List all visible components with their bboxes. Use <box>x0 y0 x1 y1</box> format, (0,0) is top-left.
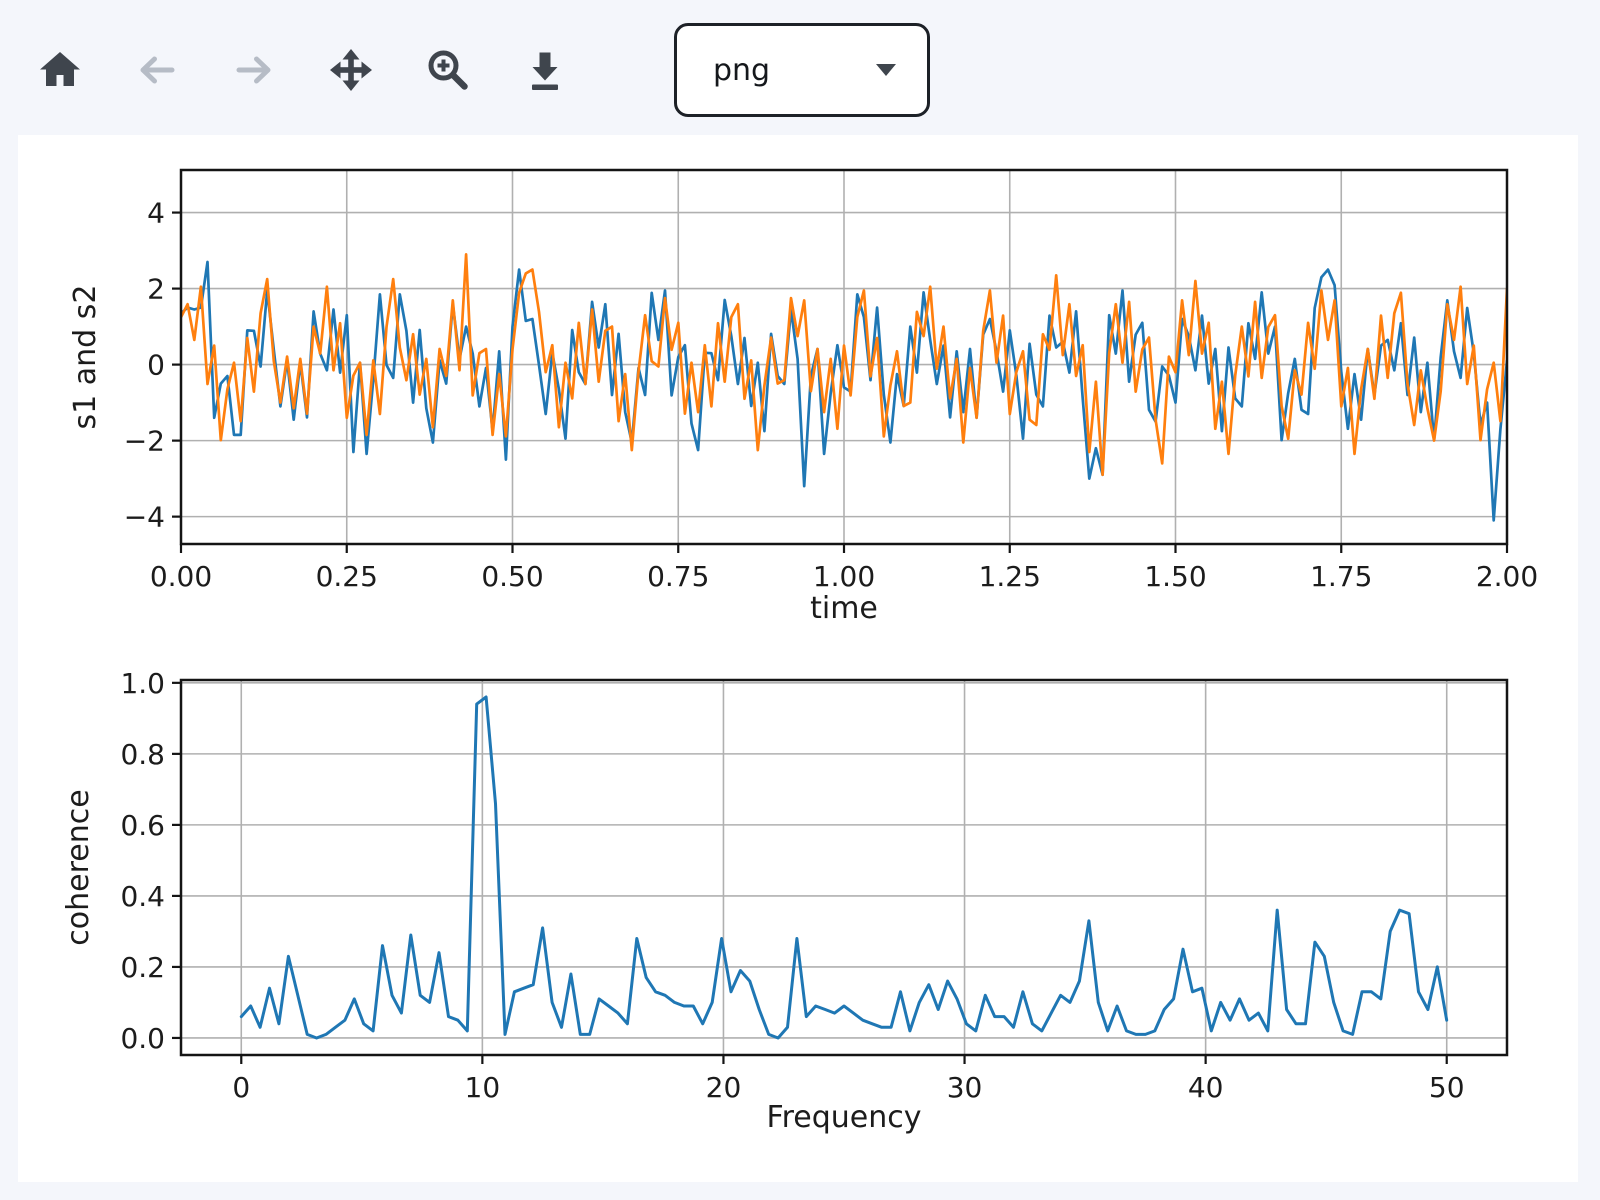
tick-label-y: 0.2 <box>120 951 165 984</box>
subplot-1: 0 10 20 30 40 50 0.0 0.2 0.4 0.6 0.8 1.0 Frequency co… <box>61 667 1507 1135</box>
chevron-down-icon <box>875 63 897 77</box>
tick-label-y: 2 <box>147 273 165 306</box>
format-select-value: png <box>677 53 875 88</box>
zoom-rect-button[interactable] <box>426 48 470 92</box>
series-coherence <box>241 697 1446 1038</box>
move-icon <box>329 48 373 92</box>
tick-label-y: 1.0 <box>120 667 165 700</box>
format-select[interactable]: png <box>674 23 930 117</box>
tick-label-x: 1.00 <box>813 560 875 593</box>
tick-label-x: 0.75 <box>647 560 709 593</box>
tick-label-x: 2.00 <box>1476 560 1538 593</box>
yaxis-label: coherence <box>61 789 96 945</box>
download-icon <box>523 48 567 92</box>
tick-label-y: 0.6 <box>120 809 165 842</box>
subplot-0: 0.00 0.25 0.50 0.75 1.00 1.25 1.50 1.75 2.00 −4 −2… <box>68 170 1538 626</box>
tick-label-y: 0.8 <box>120 738 165 771</box>
pan-button[interactable] <box>329 48 373 92</box>
arrow-right-icon <box>232 48 276 92</box>
download-button[interactable] <box>523 48 567 92</box>
tick-label-x: 1.25 <box>979 560 1041 593</box>
figure-canvas: 0.000.250.500.751.001.251.501.752.00−4−2… <box>18 135 1578 1182</box>
tick-label-y: 0 <box>147 349 165 382</box>
xaxis-label: time <box>810 591 878 626</box>
tick-label-x: 0.00 <box>150 560 212 593</box>
xaxis-label: Frequency <box>767 1100 922 1135</box>
zoom-in-icon <box>426 48 470 92</box>
yaxis-label: s1 and s2 <box>68 285 103 430</box>
home-icon <box>38 48 82 92</box>
tick-label-x: 1.75 <box>1310 560 1372 593</box>
tick-label-x: 50 <box>1429 1071 1465 1104</box>
tick-label-x: 0.25 <box>316 560 378 593</box>
tick-label-x: 20 <box>706 1071 742 1104</box>
tick-label-x: 0 <box>232 1071 250 1104</box>
tick-label-y: 0.4 <box>120 880 165 913</box>
tick-label-y: 0.0 <box>120 1022 165 1055</box>
figure-plot-canvas[interactable]: 0.000.250.500.751.001.251.501.752.00−4−2… <box>18 135 1578 1182</box>
home-button[interactable] <box>38 48 82 92</box>
tick-label-y: −4 <box>124 501 165 534</box>
tick-label-x: 10 <box>465 1071 501 1104</box>
arrow-left-icon <box>135 48 179 92</box>
tick-label-y: 4 <box>147 197 165 230</box>
tick-label-x: 40 <box>1188 1071 1224 1104</box>
back-button[interactable] <box>135 48 179 92</box>
figure-toolbar: png <box>38 22 930 118</box>
forward-button[interactable] <box>232 48 276 92</box>
tick-label-x: 1.50 <box>1144 560 1206 593</box>
tick-label-x: 0.50 <box>481 560 543 593</box>
tick-label-y: −2 <box>124 425 165 458</box>
tick-label-x: 30 <box>947 1071 983 1104</box>
